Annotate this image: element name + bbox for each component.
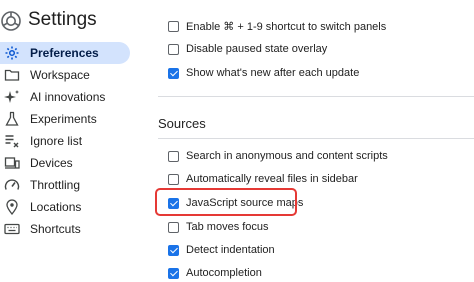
option-label: Search in anonymous and content scripts — [186, 150, 388, 162]
option-label: Disable paused state overlay — [186, 43, 328, 55]
sidebar-item-devices[interactable]: Devices — [0, 152, 130, 174]
settings-content: Enable ⌘ + 1-9 shortcut to switch panels… — [158, 0, 474, 279]
checkbox[interactable] — [168, 150, 179, 162]
folder-icon — [4, 69, 20, 81]
sidebar-item-label: Devices — [30, 156, 73, 170]
checkbox-option-tab-moves-focus[interactable]: Tab moves focus — [168, 218, 269, 236]
page-title: Settings — [28, 9, 97, 30]
option-label: Detect indentation — [186, 244, 275, 256]
sidebar-item-ignore-list[interactable]: Ignore list — [0, 130, 130, 152]
section-divider — [158, 96, 474, 97]
checkbox-option-search-anonymous-scripts[interactable]: Search in anonymous and content scripts — [168, 147, 388, 165]
sidebar-item-label: Shortcuts — [30, 222, 81, 236]
checkbox-option-autocompletion[interactable]: Autocompletion — [168, 264, 262, 282]
sidebar-item-label: Throttling — [30, 178, 81, 192]
highlight-box — [155, 188, 297, 216]
checkbox-option-show-whats-new[interactable]: Show what's new after each update — [168, 64, 359, 82]
sidebar-item-label: Preferences — [30, 46, 99, 60]
option-label: Show what's new after each update — [186, 67, 360, 79]
checkbox-checked[interactable] — [168, 67, 179, 79]
sparkle-icon — [4, 90, 19, 103]
option-label: Enable ⌘ + 1-9 shortcut to switch panels — [186, 20, 387, 33]
option-label: Autocompletion — [186, 267, 262, 279]
sidebar-item-experiments[interactable]: Experiments — [0, 108, 130, 130]
section-title-sources: Sources — [158, 116, 206, 131]
flask-icon — [5, 111, 19, 126]
option-label: Automatically reveal files in sidebar — [186, 173, 358, 185]
section-divider — [158, 138, 474, 139]
devtools-gear-logo-icon — [1, 11, 21, 31]
checkbox[interactable] — [168, 173, 179, 185]
checkbox-option-detect-indentation[interactable]: Detect indentation — [168, 241, 275, 259]
checkbox[interactable] — [168, 43, 179, 55]
devices-icon — [4, 157, 20, 169]
option-label: Tab moves focus — [186, 221, 269, 233]
checkbox-option-enable-shortcut-switch-panels[interactable]: Enable ⌘ + 1-9 shortcut to switch panels — [168, 17, 386, 35]
sidebar-item-throttling[interactable]: Throttling — [0, 174, 130, 196]
checkbox-checked[interactable] — [168, 267, 179, 279]
sidebar-item-locations[interactable]: Locations — [0, 196, 130, 218]
checkbox[interactable] — [168, 20, 179, 32]
location-pin-icon — [6, 199, 18, 215]
sidebar-item-preferences[interactable]: Preferences — [0, 42, 130, 64]
gauge-icon — [4, 179, 20, 190]
gear-icon — [5, 46, 19, 60]
sidebar-item-label: Workspace — [30, 68, 90, 82]
settings-sidebar: Settings Preferences Workspace AI innova… — [0, 0, 140, 278]
checkbox-option-reveal-files-sidebar[interactable]: Automatically reveal files in sidebar — [168, 170, 358, 188]
checkbox-checked[interactable] — [168, 244, 179, 256]
sidebar-item-label: Locations — [30, 200, 82, 214]
sidebar-item-ai-innovations[interactable]: AI innovations — [0, 86, 130, 108]
checkbox-option-disable-paused-overlay[interactable]: Disable paused state overlay — [168, 40, 327, 58]
sidebar-item-label: Experiments — [30, 112, 97, 126]
checkbox[interactable] — [168, 221, 179, 233]
sidebar-item-label: Ignore list — [30, 134, 83, 148]
sidebar-item-label: AI innovations — [30, 90, 106, 104]
sidebar-item-shortcuts[interactable]: Shortcuts — [0, 218, 130, 240]
sidebar-item-workspace[interactable]: Workspace — [0, 64, 130, 86]
keyboard-icon — [4, 223, 20, 235]
ignore-list-icon — [5, 135, 19, 148]
